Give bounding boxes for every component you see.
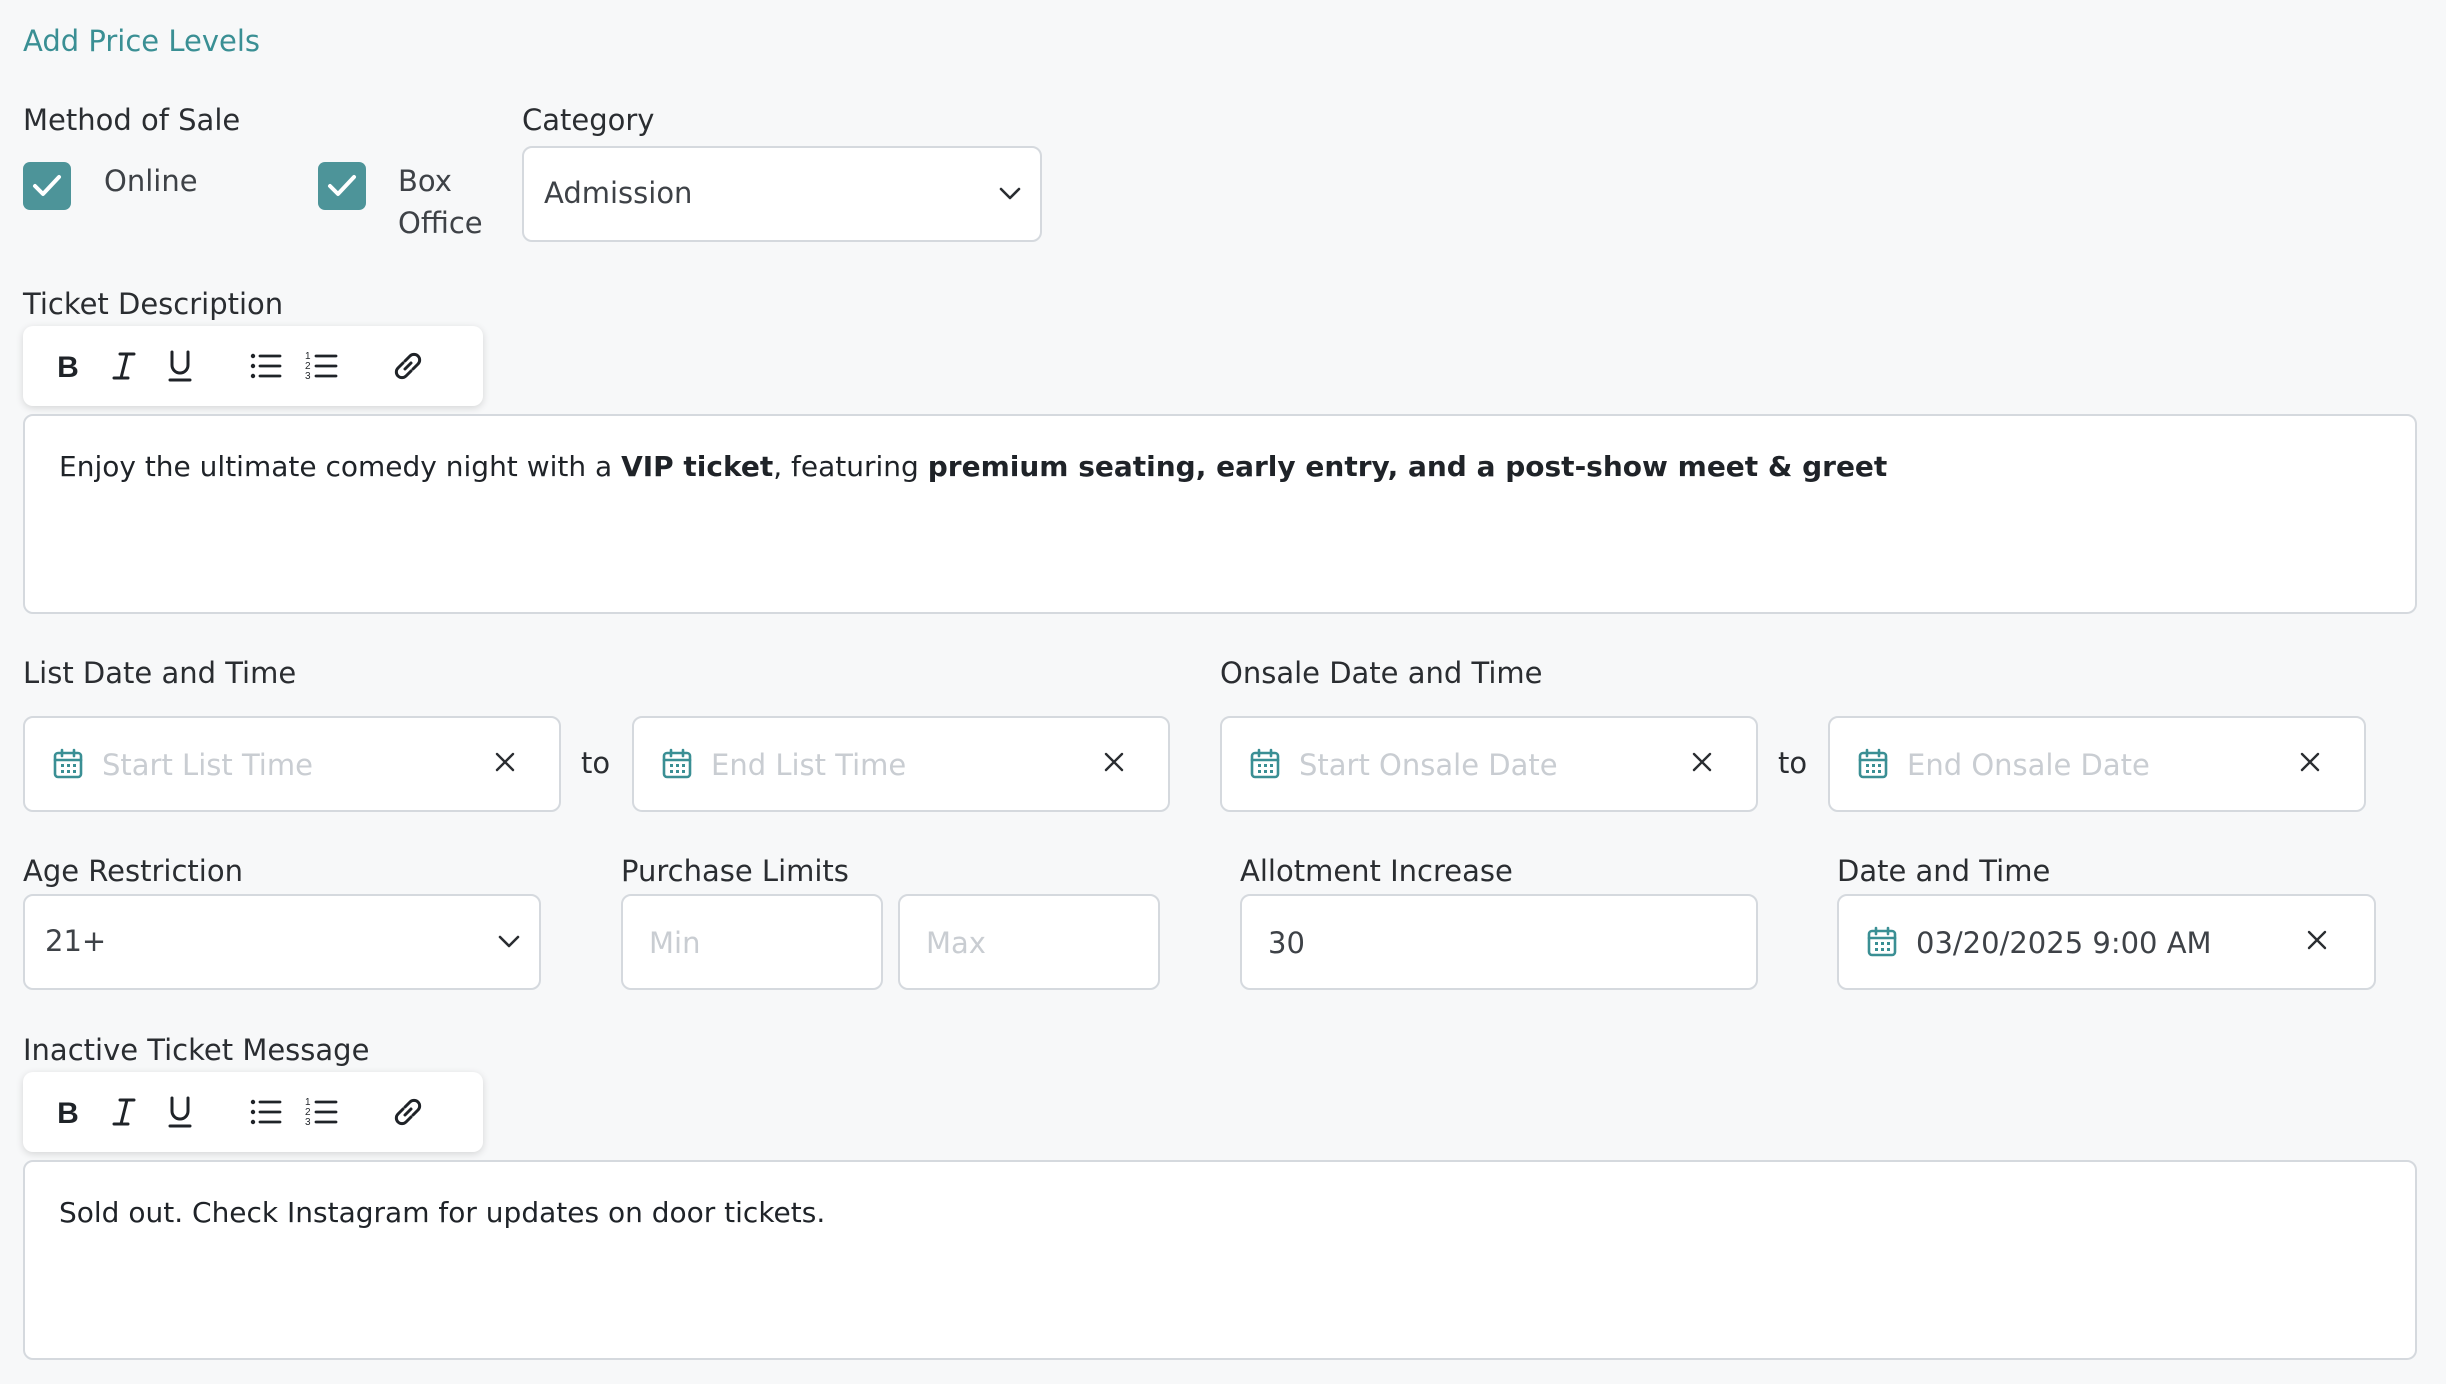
add-price-levels-link[interactable]: Add Price Levels — [23, 24, 260, 58]
date-and-time-field[interactable]: 03/20/2025 9:00 AM — [1837, 894, 2376, 990]
numbered-list-icon[interactable]: 1 2 3 — [304, 1094, 340, 1130]
box-office-checkbox[interactable] — [318, 162, 366, 210]
bold-icon[interactable]: B — [50, 348, 86, 384]
svg-text:3: 3 — [305, 371, 311, 382]
ticket-description-text: Enjoy the ultimate comedy night with a V… — [59, 450, 1887, 483]
clear-icon[interactable] — [1102, 750, 1126, 774]
category-value: Admission — [544, 176, 693, 210]
age-restriction-label: Age Restriction — [23, 854, 243, 888]
start-onsale-date-placeholder: Start Onsale Date — [1299, 748, 1558, 782]
underline-icon[interactable] — [162, 1094, 198, 1130]
description-bold-2: premium seating, early entry, and a post… — [927, 450, 1888, 483]
italic-icon[interactable] — [106, 348, 142, 384]
bold-icon[interactable]: B — [50, 1094, 86, 1130]
chevron-down-icon — [498, 935, 520, 948]
end-list-time-field[interactable]: End List Time — [632, 716, 1170, 812]
online-checkbox[interactable] — [23, 162, 71, 210]
allotment-increase-label: Allotment Increase — [1240, 854, 1513, 888]
start-onsale-date-field[interactable]: Start Onsale Date — [1220, 716, 1758, 812]
description-text-1: Enjoy the ultimate comedy night with a — [59, 450, 622, 483]
box-office-label: Box Office — [398, 160, 483, 244]
onsale-date-label: Onsale Date and Time — [1220, 656, 1543, 690]
date-and-time-value: 03/20/2025 9:00 AM — [1916, 926, 2212, 960]
category-select[interactable]: Admission — [522, 146, 1042, 242]
chevron-down-icon — [999, 187, 1021, 200]
calendar-icon — [53, 748, 83, 779]
start-list-time-field[interactable]: Start List Time — [23, 716, 561, 812]
end-list-time-placeholder: End List Time — [711, 748, 907, 782]
svg-text:B: B — [57, 1097, 79, 1130]
inactive-message-text: Sold out. Check Instagram for updates on… — [59, 1196, 826, 1229]
calendar-icon — [1867, 926, 1897, 957]
svg-text:3: 3 — [305, 1117, 311, 1128]
list-date-to-label: to — [581, 746, 611, 780]
box-office-label-line2: Office — [398, 206, 483, 240]
calendar-icon — [1858, 748, 1888, 779]
bullet-list-icon[interactable] — [248, 1094, 284, 1130]
purchase-limits-label: Purchase Limits — [621, 854, 849, 888]
link-icon[interactable] — [390, 1094, 426, 1130]
allotment-increase-value: 30 — [1268, 926, 1305, 960]
min-placeholder: Min — [649, 926, 701, 960]
ticket-description-editor[interactable]: Enjoy the ultimate comedy night with a V… — [23, 414, 2417, 614]
method-of-sale-label: Method of Sale — [23, 103, 241, 137]
clear-icon[interactable] — [493, 750, 517, 774]
italic-icon[interactable] — [106, 1094, 142, 1130]
inactive-message-label: Inactive Ticket Message — [23, 1033, 370, 1067]
inactive-message-toolbar: B 1 2 3 — [23, 1072, 483, 1152]
end-onsale-date-placeholder: End Onsale Date — [1907, 748, 2150, 782]
purchase-limit-min-input[interactable]: Min — [621, 894, 883, 990]
start-list-time-placeholder: Start List Time — [102, 748, 313, 782]
clear-icon[interactable] — [2298, 750, 2322, 774]
purchase-limit-max-input[interactable]: Max — [898, 894, 1160, 990]
clear-icon[interactable] — [1690, 750, 1714, 774]
calendar-icon — [1250, 748, 1280, 779]
allotment-increase-input[interactable]: 30 — [1240, 894, 1758, 990]
underline-icon[interactable] — [162, 348, 198, 384]
onsale-date-to-label: to — [1778, 746, 1808, 780]
ticket-description-toolbar: B 1 2 3 — [23, 326, 483, 406]
end-onsale-date-field[interactable]: End Onsale Date — [1828, 716, 2366, 812]
list-date-label: List Date and Time — [23, 656, 297, 690]
check-icon — [33, 175, 61, 196]
age-restriction-value: 21+ — [45, 924, 107, 958]
link-icon[interactable] — [390, 348, 426, 384]
clear-icon[interactable] — [2305, 928, 2329, 952]
check-icon — [328, 175, 356, 196]
bullet-list-icon[interactable] — [248, 348, 284, 384]
date-and-time-label: Date and Time — [1837, 854, 2051, 888]
inactive-message-editor[interactable]: Sold out. Check Instagram for updates on… — [23, 1160, 2417, 1360]
box-office-label-line1: Box — [398, 164, 452, 198]
max-placeholder: Max — [926, 926, 986, 960]
description-bold-1: VIP ticket — [621, 450, 774, 483]
calendar-icon — [662, 748, 692, 779]
age-restriction-select[interactable]: 21+ — [23, 894, 541, 990]
category-label: Category — [522, 103, 655, 137]
numbered-list-icon[interactable]: 1 2 3 — [304, 348, 340, 384]
ticket-description-label: Ticket Description — [23, 287, 284, 321]
description-text-2: , featuring — [773, 450, 928, 483]
svg-text:B: B — [57, 351, 79, 384]
online-label: Online — [104, 164, 198, 198]
